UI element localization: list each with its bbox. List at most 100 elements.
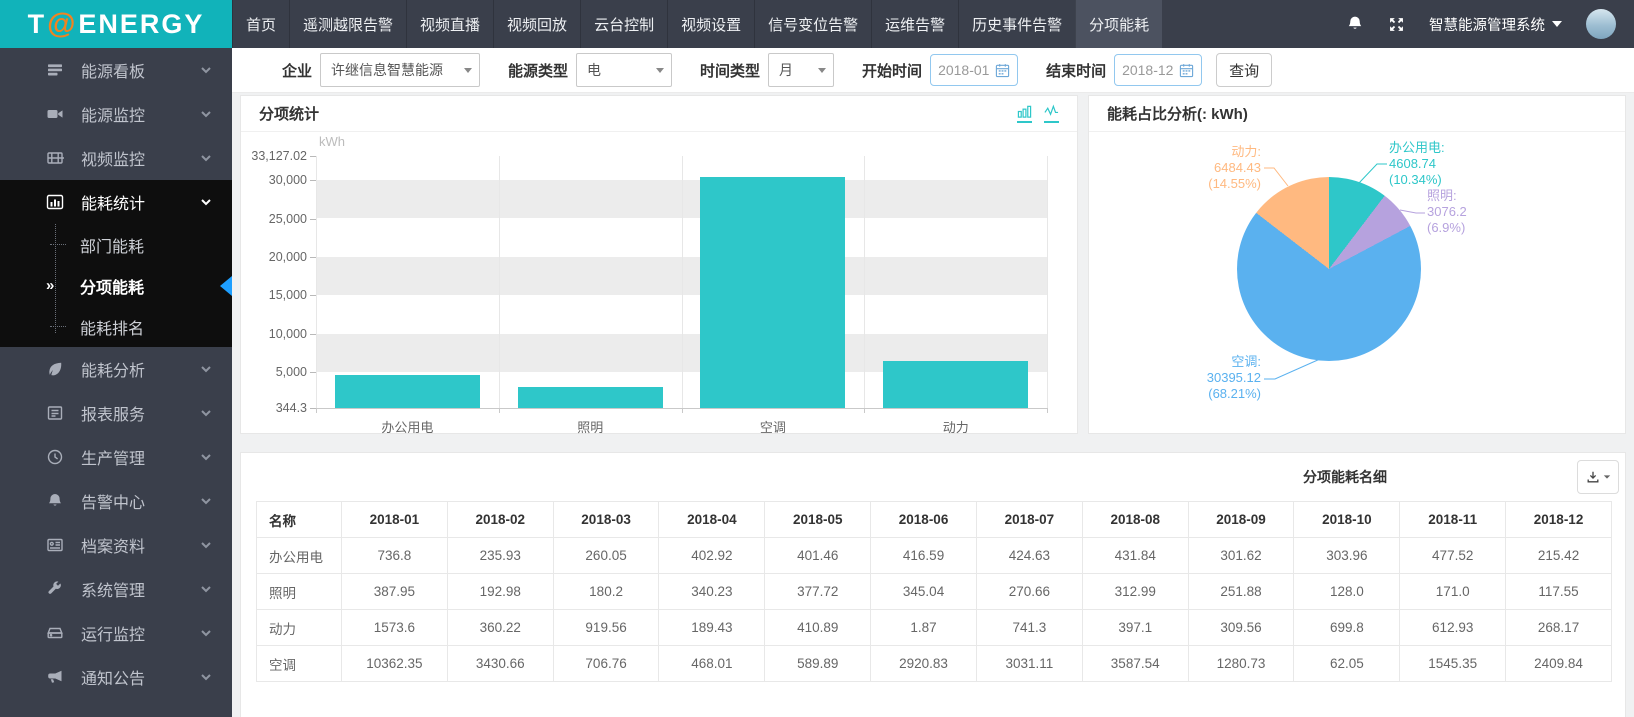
sidebar-item-label: 报表服务 (81, 401, 200, 425)
start-time-value: 2018-01 (938, 62, 989, 78)
value-cell: 377.72 (765, 574, 871, 610)
sidebar-item-production-management[interactable]: 生产管理 (0, 435, 232, 479)
sidebar-item-operation-monitoring[interactable]: 运行监控 (0, 611, 232, 655)
nav-item-subitem-energy[interactable]: 分项能耗 (1075, 0, 1162, 48)
pie-panel-header: 能耗占比分析(: kWh) (1089, 96, 1625, 132)
value-cell: 3430.66 (447, 646, 553, 682)
end-time-input[interactable]: 2018-12 (1114, 54, 1202, 86)
chevron-down-icon (200, 363, 212, 375)
value-cell: 192.98 (447, 574, 553, 610)
query-button[interactable]: 查询 (1216, 53, 1272, 87)
sidebar-item-label: 能源看板 (81, 58, 200, 82)
column-header-month: 2018-04 (659, 502, 765, 538)
sidebar-item-energy-monitoring[interactable]: 能源监控 (0, 92, 232, 136)
sidebar-item-energy-dashboard[interactable]: 能源看板 (0, 48, 232, 92)
grid-vline (864, 156, 865, 408)
value-cell: 431.84 (1082, 538, 1188, 574)
nav-item-history-event-alarm[interactable]: 历史事件告警 (958, 0, 1075, 48)
value-cell: 303.96 (1294, 538, 1400, 574)
sidebar-subitem-label: 分项能耗 (80, 274, 144, 298)
value-cell: 128.0 (1294, 574, 1400, 610)
nav-item-home[interactable]: 首页 (232, 0, 289, 48)
value-cell: 360.22 (447, 610, 553, 646)
chevron-down-icon (200, 64, 212, 76)
sidebar-item-alarm-center[interactable]: 告警中心 (0, 479, 232, 523)
notification-bell-icon[interactable] (1346, 15, 1364, 33)
bar-chart-toggle-icon[interactable] (1017, 104, 1032, 123)
logo-text: T (28, 9, 47, 40)
fullscreen-icon[interactable] (1388, 16, 1405, 33)
value-cell: 401.46 (765, 538, 871, 574)
y-axis-tick-label: 10,000 (241, 327, 307, 341)
nav-item-ops-alarm[interactable]: 运维告警 (871, 0, 958, 48)
sidebar-item-energy-statistics[interactable]: 能耗统计 (0, 180, 232, 224)
x-axis-line (316, 408, 1047, 409)
nav-item-video-live[interactable]: 视频直播 (406, 0, 493, 48)
line-chart-toggle-icon[interactable] (1044, 104, 1059, 123)
pie-slice-label: 办公用电:4608.74(10.34%) (1389, 140, 1445, 188)
energy-detail-card: 分项能耗名细 名称2018-012018-022018-032018-04201… (240, 452, 1626, 717)
value-cell: 3587.54 (1082, 646, 1188, 682)
nav-item-telemetry-limit-alarm[interactable]: 遥测越限告警 (289, 0, 406, 48)
megaphone-icon (46, 668, 66, 686)
value-cell: 62.05 (1294, 646, 1400, 682)
pie-panel-title: 能耗占比分析(: kWh) (1107, 103, 1248, 124)
value-cell: 189.43 (659, 610, 765, 646)
pie-slice-label: 空调:30395.12(68.21%) (1207, 354, 1261, 402)
chevron-down-icon (200, 627, 212, 639)
sidebar-item-energy-analysis[interactable]: 能耗分析 (0, 347, 232, 391)
table-row: 动力1573.6360.22919.56189.43410.891.87741.… (257, 610, 1612, 646)
sidebar-item-notice[interactable]: 通知公告 (0, 655, 232, 699)
nav-item-video-settings[interactable]: 视频设置 (667, 0, 754, 48)
chart-bar[interactable] (518, 387, 663, 408)
column-header-month: 2018-02 (447, 502, 553, 538)
chevron-down-icon (200, 108, 212, 120)
film-icon (46, 149, 66, 167)
sidebar-subitem-department-energy[interactable]: 部门能耗 (0, 224, 232, 265)
value-cell: 309.56 (1188, 610, 1294, 646)
sidebar-item-video-monitoring[interactable]: 视频监控 (0, 136, 232, 180)
enterprise-select[interactable]: 许继信息智慧能源 (320, 53, 480, 87)
enterprise-select-value: 许继信息智慧能源 (331, 60, 443, 80)
time-type-select-value: 月 (779, 60, 793, 80)
value-cell: 706.76 (553, 646, 659, 682)
nav-item-ptz-control[interactable]: 云台控制 (580, 0, 667, 48)
subitem-dash (50, 326, 66, 327)
nav-item-video-playback[interactable]: 视频回放 (493, 0, 580, 48)
chart-bar[interactable] (700, 177, 845, 408)
chart-bar[interactable] (883, 361, 1028, 408)
sidebar-item-system-management[interactable]: 系统管理 (0, 567, 232, 611)
pie-chart-circle[interactable] (1237, 177, 1421, 361)
table-title: 分项能耗名细 (1303, 467, 1387, 487)
sidebar-item-label: 能源监控 (81, 102, 200, 126)
nav-item-signal-change-alarm[interactable]: 信号变位告警 (754, 0, 871, 48)
column-header-month: 2018-09 (1188, 502, 1294, 538)
value-cell: 180.2 (553, 574, 659, 610)
sidebar-item-archives[interactable]: 档案资料 (0, 523, 232, 567)
value-cell: 235.93 (447, 538, 553, 574)
sidebar-submenu: 部门能耗»分项能耗能耗排名 (0, 224, 232, 347)
avatar[interactable] (1586, 9, 1616, 39)
chart-bar[interactable] (335, 375, 480, 408)
sidebar-item-label: 能耗分析 (81, 357, 200, 381)
table-row: 空调10362.353430.66706.76468.01589.892920.… (257, 646, 1612, 682)
column-header-month: 2018-07 (976, 502, 1082, 538)
export-button[interactable] (1577, 460, 1619, 494)
system-menu-label: 智慧能源管理系统 (1429, 14, 1545, 35)
row-name-cell: 办公用电 (257, 538, 342, 574)
x-axis-category-label: 照明 (499, 417, 682, 436)
sidebar-item-report-service[interactable]: 报表服务 (0, 391, 232, 435)
dashboard-icon (46, 61, 66, 79)
y-axis-tick-label: 25,000 (241, 212, 307, 226)
app-logo[interactable]: T@ENERGY (0, 0, 232, 48)
sidebar-subitem-energy-ranking[interactable]: 能耗排名 (0, 306, 232, 347)
start-time-input[interactable]: 2018-01 (930, 54, 1018, 86)
system-menu[interactable]: 智慧能源管理系统 (1429, 14, 1562, 35)
sidebar-subitem-subitem-energy[interactable]: »分项能耗 (0, 265, 232, 306)
energy-type-select[interactable]: 电 (576, 53, 672, 87)
table-header-row: 分项能耗名细 (241, 453, 1625, 501)
chart-toolbox (1017, 104, 1059, 123)
sidebar-item-label: 能耗统计 (81, 190, 200, 214)
chevron-down-icon (200, 495, 212, 507)
time-type-select[interactable]: 月 (768, 53, 834, 87)
